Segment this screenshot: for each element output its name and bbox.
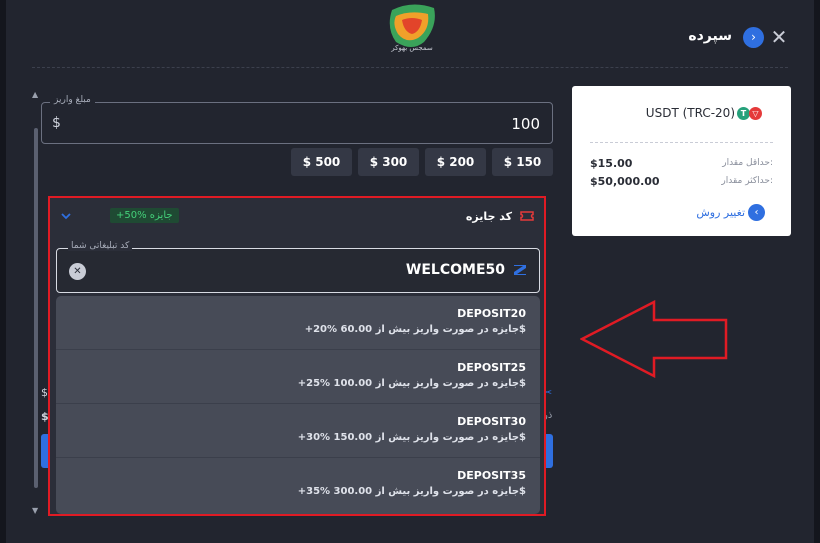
scroll-up-icon[interactable]: ▲: [32, 90, 38, 99]
chevron-down-icon[interactable]: [60, 210, 72, 222]
backdrop-left: [0, 0, 6, 543]
header-divider: [32, 67, 788, 68]
scrollbar[interactable]: ▲ ▼: [32, 90, 40, 515]
amount-value: 100: [511, 115, 540, 133]
deposit-modal: سمجس بهوکر سپرده › ✕ ▲ ▼ $ 100 مبلغ واری…: [0, 0, 820, 543]
promo-suggestion-item[interactable]: DEPOSIT35 +35% جایزه در صورت واریز بیش ا…: [56, 458, 540, 512]
currency-symbol: $: [52, 115, 61, 131]
change-method-link[interactable]: تغییر روش: [696, 206, 745, 219]
promo-title: کد جایزه: [465, 210, 512, 223]
min-amount-label: حداقل مقدار:: [722, 158, 773, 168]
promo-suggestion-item[interactable]: DEPOSIT25 +25% جایزه در صورت واریز بیش ا…: [56, 350, 540, 404]
promo-code-value: WELCOME50: [405, 262, 505, 278]
preset-button[interactable]: $ 300: [358, 148, 419, 176]
suggestion-description: +25% جایزه در صورت واریز بیش از 100.00$: [297, 378, 526, 389]
preset-button[interactable]: $ 200: [425, 148, 486, 176]
min-amount-value: $15.00: [590, 157, 633, 170]
logo-text: سمجس بهوکر: [391, 44, 433, 52]
suggestion-description: +35% جایزه در صورت واریز بیش از 300.00$: [297, 486, 526, 497]
promo-suggestions-dropdown: DEPOSIT20 +20% جایزه در صورت واریز بیش ا…: [56, 296, 540, 514]
bonus-badge: +50% جایزه: [110, 208, 179, 223]
scroll-thumb[interactable]: [34, 128, 38, 488]
scroll-down-icon[interactable]: ▼: [32, 506, 38, 515]
amount-label: مبلغ واریز: [50, 95, 95, 105]
tron-icon: ▽: [749, 107, 762, 120]
promo-code-input[interactable]: ✕ WELCOME50: [56, 248, 540, 293]
max-amount-label: حداکثر مقدار:: [721, 176, 773, 186]
promo-suggestion-item[interactable]: DEPOSIT30 +30% جایزه در صورت واریز بیش ا…: [56, 404, 540, 458]
close-icon: ✕: [73, 266, 82, 277]
ticket-icon: [520, 211, 534, 221]
clear-input-button[interactable]: ✕: [69, 263, 86, 280]
preset-button[interactable]: $ 500: [291, 148, 352, 176]
backdrop-right: [814, 0, 820, 543]
card-divider: [590, 142, 773, 143]
amount-input[interactable]: $ 100: [41, 102, 553, 144]
change-method-button[interactable]: ‹: [748, 204, 765, 221]
max-amount-value: $50,000.00: [590, 175, 660, 188]
promo-header[interactable]: کد جایزه +50% جایزه: [50, 198, 544, 236]
chevron-right-icon: ›: [751, 30, 756, 44]
payment-method-name: USDT (TRC-20): [645, 106, 735, 120]
preset-button[interactable]: $ 150: [492, 148, 553, 176]
suggestion-code: DEPOSIT30: [457, 415, 526, 428]
close-button[interactable]: ✕: [770, 25, 788, 49]
close-icon: ✕: [770, 25, 788, 49]
payment-method-card: USDT (TRC-20) T ▽ حداقل مقدار: $15.00 حد…: [572, 86, 791, 236]
suggestion-code: DEPOSIT35: [457, 469, 526, 482]
back-button[interactable]: ›: [743, 27, 764, 48]
promo-code-icon: [514, 265, 526, 275]
annotation-arrow: [580, 300, 728, 378]
promo-code-panel: کد جایزه +50% جایزه کد تبلیغاتی شما ✕ WE…: [48, 196, 546, 516]
suggestion-description: +30% جایزه در صورت واریز بیش از 150.00$: [297, 432, 526, 443]
amount-presets: $ 500 $ 300 $ 200 $ 150: [291, 148, 553, 176]
chevron-left-icon: ‹: [754, 207, 759, 218]
promo-code-label: کد تبلیغاتی شما: [68, 241, 133, 251]
suggestion-code: DEPOSIT25: [457, 361, 526, 374]
suggestion-code: DEPOSIT20: [457, 307, 526, 320]
page-title: سپرده: [688, 28, 732, 44]
promo-suggestion-item[interactable]: DEPOSIT20 +20% جایزه در صورت واریز بیش ا…: [56, 296, 540, 350]
suggestion-description: +20% جایزه در صورت واریز بیش از 60.00$: [304, 324, 526, 335]
